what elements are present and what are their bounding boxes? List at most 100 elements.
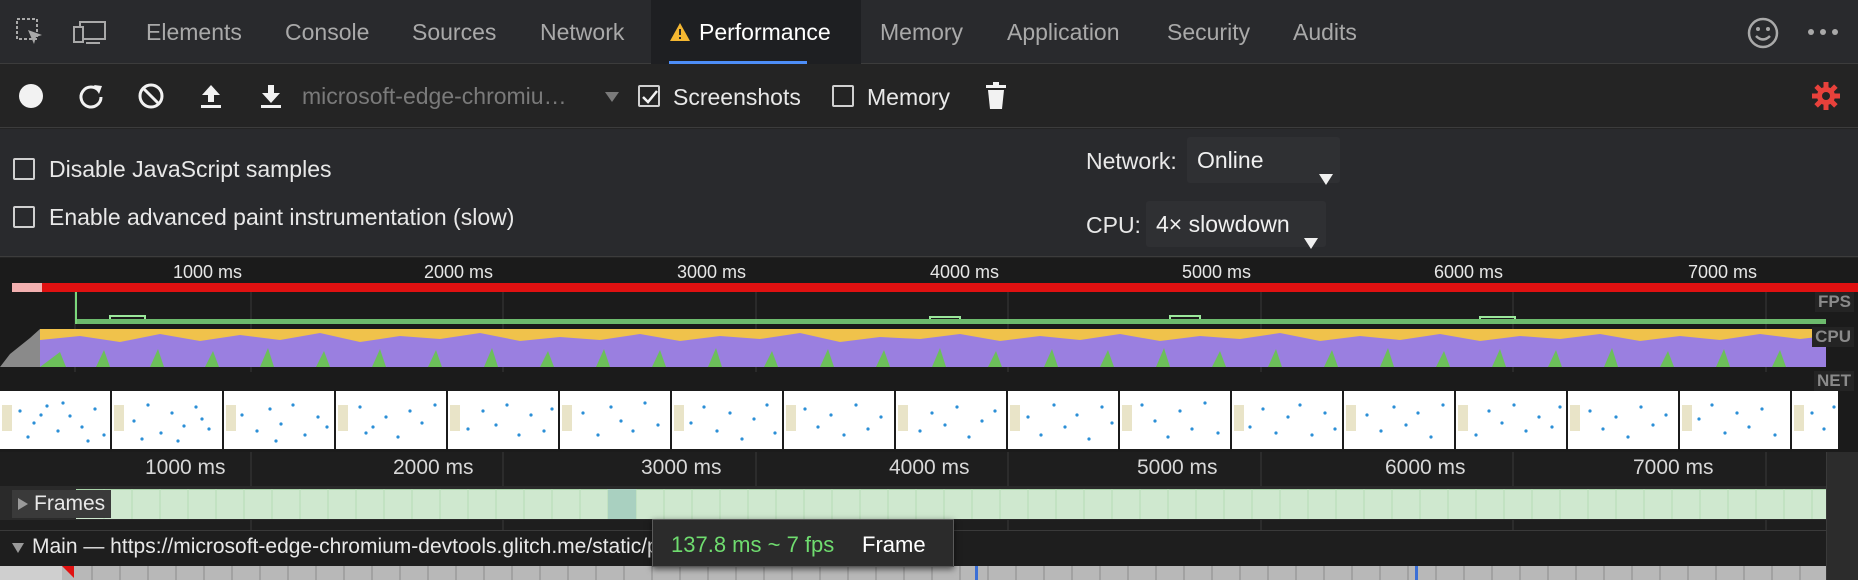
inspect-element-icon[interactable]	[14, 16, 46, 53]
disable-js-samples-label: Disable JavaScript samples	[49, 156, 332, 182]
disable-js-samples-checkbox[interactable]	[13, 158, 35, 180]
overview-ruler-label: 2000 ms	[424, 262, 494, 282]
screenshot-thumbnail[interactable]	[1568, 391, 1678, 449]
advanced-paint-label: Enable advanced paint instrumentation (s…	[49, 204, 515, 230]
timeline-ruler-label: 6000 ms	[1385, 456, 1466, 479]
flamechart-scrollbar[interactable]	[1826, 452, 1858, 580]
tab-label: Memory	[880, 19, 964, 45]
collapse-triangle-icon	[12, 535, 24, 559]
screenshot-thumbnail[interactable]	[1232, 391, 1342, 449]
upload-icon[interactable]	[193, 78, 229, 114]
tab-label: Performance	[699, 19, 831, 45]
device-toolbar-icon[interactable]	[72, 16, 108, 53]
profile-select-value: microsoft-edge-chromiu…	[302, 83, 567, 109]
timeline-ruler-label: 4000 ms	[889, 456, 970, 479]
frame-dividers	[103, 489, 1813, 519]
net-lane-label: NET	[1814, 371, 1854, 391]
screenshot-thumbnail[interactable]	[560, 391, 670, 449]
performance-toolbar: microsoft-edge-chromiu… Screenshots Memo…	[0, 64, 1858, 128]
frames-track-header[interactable]: Frames	[12, 490, 112, 518]
screenshot-thumbnail[interactable]	[112, 391, 222, 449]
tab-audits[interactable]: Audits	[1293, 0, 1357, 64]
cpu-lane-label: CPU	[1812, 327, 1854, 347]
tab-performance[interactable]: Performance	[651, 0, 861, 64]
frames-track-label: Frames	[34, 492, 106, 515]
screenshot-thumbnail[interactable]	[1344, 391, 1454, 449]
screenshot-thumbnail[interactable]	[1792, 391, 1838, 449]
timeline-ruler-label: 3000 ms	[641, 456, 722, 479]
overview-ruler-label: 7000 ms	[1688, 262, 1758, 282]
frame-tooltip: 137.8 ms ~ 7 fps Frame	[652, 519, 954, 567]
hovered-frame	[608, 489, 636, 519]
screenshot-thumbnail[interactable]	[224, 391, 334, 449]
warning-icon	[669, 2, 691, 66]
overview-ruler-label: 5000 ms	[1182, 262, 1252, 282]
tab-console[interactable]: Console	[285, 0, 369, 64]
screenshot-thumbnail[interactable]	[896, 391, 1006, 449]
clear-icon[interactable]	[133, 78, 169, 114]
tab-sources[interactable]: Sources	[412, 0, 496, 64]
devtools-tab-bar: Elements Console Sources Network Perform…	[0, 0, 1858, 64]
chevron-down-icon	[1319, 154, 1333, 200]
screenshot-thumbnail[interactable]	[784, 391, 894, 449]
memory-label: Memory	[867, 84, 951, 110]
fps-graph	[76, 319, 1826, 324]
screenshot-thumbnail[interactable]	[1680, 391, 1790, 449]
tab-label: Security	[1167, 19, 1251, 45]
more-options-icon[interactable]	[1806, 22, 1840, 47]
long-frames-bar	[12, 283, 1858, 292]
tab-application[interactable]: Application	[1007, 0, 1120, 64]
capture-settings-pane: Disable JavaScript samples Enable advanc…	[0, 129, 1858, 257]
screenshot-thumbnail[interactable]	[448, 391, 558, 449]
record-icon[interactable]	[13, 78, 49, 114]
cpu-throttle-select[interactable]: 4× slowdown	[1146, 201, 1326, 249]
advanced-paint-checkbox[interactable]	[13, 206, 35, 228]
cpu-throttle-value: 4× slowdown	[1156, 211, 1290, 237]
frame-tooltip-label: Frame	[862, 532, 926, 557]
screenshot-thumbnail[interactable]	[1456, 391, 1566, 449]
overview-ruler-label: 1000 ms	[173, 262, 243, 282]
overview-graphs	[0, 292, 1858, 392]
screenshots-checkbox[interactable]	[638, 85, 660, 107]
tab-label: Network	[540, 19, 625, 45]
tab-label: Console	[285, 19, 370, 45]
tab-label: Sources	[412, 19, 497, 45]
screenshot-thumbnail[interactable]	[672, 391, 782, 449]
settings-gear-icon[interactable]	[1808, 78, 1844, 114]
screenshots-label: Screenshots	[673, 84, 801, 110]
tab-network[interactable]: Network	[540, 0, 624, 64]
frame-duration-fps: 137.8 ms ~ 7 fps	[671, 532, 835, 557]
expand-triangle-icon	[18, 490, 28, 518]
network-throttle-label: Network:	[1086, 148, 1177, 174]
tab-elements[interactable]: Elements	[146, 0, 242, 64]
chevron-down-icon[interactable]	[604, 90, 620, 108]
overview-ruler-label: 6000 ms	[1434, 262, 1504, 282]
overview-ruler-label: 4000 ms	[930, 262, 1000, 282]
long-frames-bar-start	[12, 283, 42, 292]
memory-checkbox[interactable]	[832, 85, 854, 107]
overview-ruler-label: 3000 ms	[677, 262, 747, 282]
timeline-ruler-label: 1000 ms	[145, 456, 226, 479]
tab-label: Application	[1007, 19, 1120, 45]
network-throttle-select[interactable]: Online	[1187, 137, 1340, 185]
delete-icon[interactable]	[978, 78, 1014, 114]
screenshot-thumbnail[interactable]	[336, 391, 446, 449]
screenshot-thumbnail[interactable]	[1120, 391, 1230, 449]
screenshots-filmstrip[interactable]	[0, 391, 1858, 451]
timeline-ruler-label: 7000 ms	[1633, 456, 1714, 479]
reload-icon[interactable]	[73, 78, 109, 114]
tab-security[interactable]: Security	[1167, 0, 1250, 64]
profile-select[interactable]: microsoft-edge-chromiu…	[302, 64, 567, 128]
network-throttle-value: Online	[1197, 147, 1264, 173]
cpu-throttle-label: CPU:	[1086, 212, 1141, 238]
tab-memory[interactable]: Memory	[880, 0, 963, 64]
fps-lane-label: FPS	[1814, 292, 1854, 312]
feedback-smiley-icon[interactable]	[1746, 16, 1780, 55]
screenshot-thumbnail[interactable]	[0, 391, 110, 449]
screenshot-thumbnail[interactable]	[1008, 391, 1118, 449]
timeline-ruler-label: 2000 ms	[393, 456, 474, 479]
timeline-ruler-label: 5000 ms	[1137, 456, 1218, 479]
tab-label: Elements	[146, 19, 242, 45]
task-blocks	[0, 566, 1801, 580]
download-icon[interactable]	[253, 78, 289, 114]
